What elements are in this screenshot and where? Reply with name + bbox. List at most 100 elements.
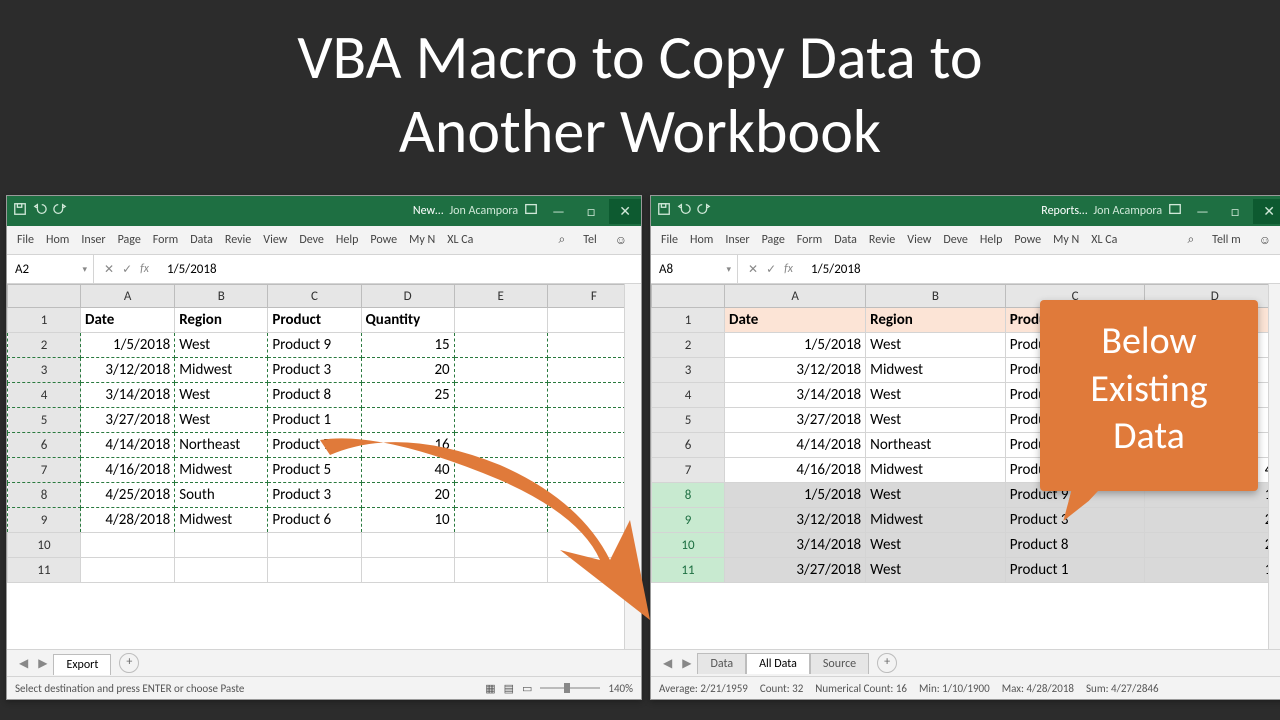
sheet-tab[interactable]: Source [810, 653, 869, 674]
table-row[interactable]: 21/5/2018WestProduct 915 [8, 333, 641, 358]
tell-me[interactable]: Tell m [1206, 233, 1247, 247]
header-cell[interactable]: Quantity [361, 308, 454, 333]
header-cell[interactable]: Date [81, 308, 175, 333]
ribbon-tab[interactable]: My N [403, 233, 441, 247]
cancel-icon[interactable]: ✕ [748, 262, 758, 277]
fx-icon[interactable]: fx [140, 262, 149, 276]
titlebar[interactable]: New… Jon Acampora — □ ✕ [7, 196, 641, 226]
add-sheet-button[interactable]: + [877, 653, 897, 673]
ribbon-tab[interactable]: Inser [719, 233, 755, 247]
undo-icon[interactable] [33, 202, 47, 220]
ribbon-tab[interactable]: File [7, 233, 40, 247]
ribbon-tab[interactable]: Powe [1008, 233, 1047, 247]
redo-icon[interactable] [53, 202, 67, 220]
select-all[interactable] [652, 285, 725, 308]
table-row[interactable]: 53/27/2018WestProduct 1 [8, 408, 641, 433]
sheet-tab-bar[interactable]: ◀ ▶ DataAll DataSource + [651, 649, 1280, 676]
smile-icon[interactable]: ☺ [609, 233, 633, 248]
tab-next-icon[interactable]: ▶ [34, 656, 51, 671]
tab-prev-icon[interactable]: ◀ [659, 656, 676, 671]
worksheet-grid[interactable]: ABCDEF1DateRegionProductQuantity21/5/201… [7, 284, 641, 649]
ribbon-tab[interactable]: Page [756, 233, 791, 247]
vertical-scrollbar[interactable] [624, 284, 641, 649]
ribbon-tab[interactable]: Deve [937, 233, 974, 247]
table-row[interactable]: 10 [8, 533, 641, 558]
column-header[interactable]: B [866, 285, 1006, 308]
table-row[interactable]: 33/12/2018MidwestProduct 320 [8, 358, 641, 383]
ribbon-tab[interactable]: Form [791, 233, 828, 247]
enter-icon[interactable]: ✓ [766, 262, 776, 277]
vertical-scrollbar[interactable] [1268, 284, 1280, 649]
ribbon-tab[interactable]: Hom [40, 233, 75, 247]
ribbon-tab[interactable]: My N [1047, 233, 1085, 247]
ribbon-tab[interactable]: View [257, 233, 293, 247]
ribbon-tab[interactable]: View [901, 233, 937, 247]
smile-icon[interactable]: ☺ [1253, 233, 1277, 248]
table-row[interactable]: 93/12/2018MidwestProduct 320 [652, 508, 1280, 533]
table-row[interactable]: 74/16/2018MidwestProduct 540 [8, 458, 641, 483]
row-header[interactable]: 1 [652, 308, 725, 333]
tab-prev-icon[interactable]: ◀ [15, 656, 32, 671]
column-header[interactable]: D [361, 285, 454, 308]
ribbon-tab[interactable]: Revie [863, 233, 901, 247]
ribbon-tab[interactable]: Page [112, 233, 147, 247]
ribbon-tab[interactable]: Help [974, 233, 1009, 247]
sheet-tab-bar[interactable]: ◀ ▶ Export + [7, 649, 641, 676]
ribbon-tab[interactable]: Revie [219, 233, 257, 247]
tell-me[interactable]: Tel [577, 233, 603, 247]
maximize-button[interactable]: □ [1223, 203, 1247, 220]
ribbon-tab[interactable]: Inser [75, 233, 111, 247]
formula-bar[interactable]: 1/5/2018 [803, 262, 1280, 277]
table-row[interactable]: 84/25/2018SouthProduct 320 [8, 483, 641, 508]
close-button[interactable]: ✕ [609, 199, 641, 224]
row-header[interactable]: 1 [8, 308, 81, 333]
ribbon-tab[interactable]: Help [330, 233, 365, 247]
ribbon-tab[interactable]: XL Ca [441, 233, 479, 247]
search-icon[interactable]: ⌕ [1177, 233, 1200, 247]
name-box[interactable]: A2 [7, 255, 94, 283]
header-cell[interactable]: Date [725, 308, 866, 333]
table-row[interactable]: 64/14/2018NortheastProduct 716 [8, 433, 641, 458]
header-cell[interactable]: Product [268, 308, 361, 333]
table-row[interactable]: 113/27/2018WestProduct 114 [652, 558, 1280, 583]
header-cell[interactable]: Region [866, 308, 1006, 333]
table-row[interactable]: 11 [8, 558, 641, 583]
save-icon[interactable] [13, 202, 27, 220]
ribbon[interactable]: FileHomInserPageFormDataRevieViewDeveHel… [7, 226, 641, 255]
ribbon-display-icon[interactable] [524, 202, 538, 220]
column-header[interactable]: C [268, 285, 361, 308]
ribbon-tab[interactable]: Form [147, 233, 184, 247]
maximize-button[interactable]: □ [579, 203, 603, 220]
formula-bar[interactable]: 1/5/2018 [159, 262, 641, 277]
undo-icon[interactable] [677, 202, 691, 220]
search-icon[interactable]: ⌕ [548, 233, 571, 247]
fx-icon[interactable]: fx [784, 262, 793, 276]
close-button[interactable]: ✕ [1253, 199, 1280, 224]
ribbon-tab[interactable]: Deve [293, 233, 330, 247]
sheet-tab[interactable]: Data [697, 653, 746, 674]
ribbon-tab[interactable]: Hom [684, 233, 719, 247]
tab-next-icon[interactable]: ▶ [678, 656, 695, 671]
table-row[interactable]: 94/28/2018MidwestProduct 610 [8, 508, 641, 533]
ribbon-tab[interactable]: XL Ca [1085, 233, 1123, 247]
ribbon-tab[interactable]: Data [828, 233, 863, 247]
ribbon-tab[interactable]: File [651, 233, 684, 247]
sheet-tab[interactable]: Export [53, 654, 111, 675]
column-header[interactable]: A [725, 285, 866, 308]
enter-icon[interactable]: ✓ [122, 262, 132, 277]
table-row[interactable]: 103/14/2018WestProduct 825 [652, 533, 1280, 558]
header-cell[interactable]: Region [175, 308, 268, 333]
redo-icon[interactable] [697, 202, 711, 220]
minimize-button[interactable]: — [544, 203, 573, 220]
ribbon-display-icon[interactable] [1168, 202, 1182, 220]
sheet-tab[interactable]: All Data [746, 653, 810, 674]
column-header[interactable]: A [81, 285, 175, 308]
select-all[interactable] [8, 285, 81, 308]
save-icon[interactable] [657, 202, 671, 220]
ribbon-tab[interactable]: Data [184, 233, 219, 247]
cancel-icon[interactable]: ✕ [104, 262, 114, 277]
titlebar[interactable]: Reports… Jon Acampora — □ ✕ [651, 196, 1280, 226]
zoom-slider[interactable] [540, 687, 600, 689]
column-header[interactable]: B [175, 285, 268, 308]
minimize-button[interactable]: — [1188, 203, 1217, 220]
